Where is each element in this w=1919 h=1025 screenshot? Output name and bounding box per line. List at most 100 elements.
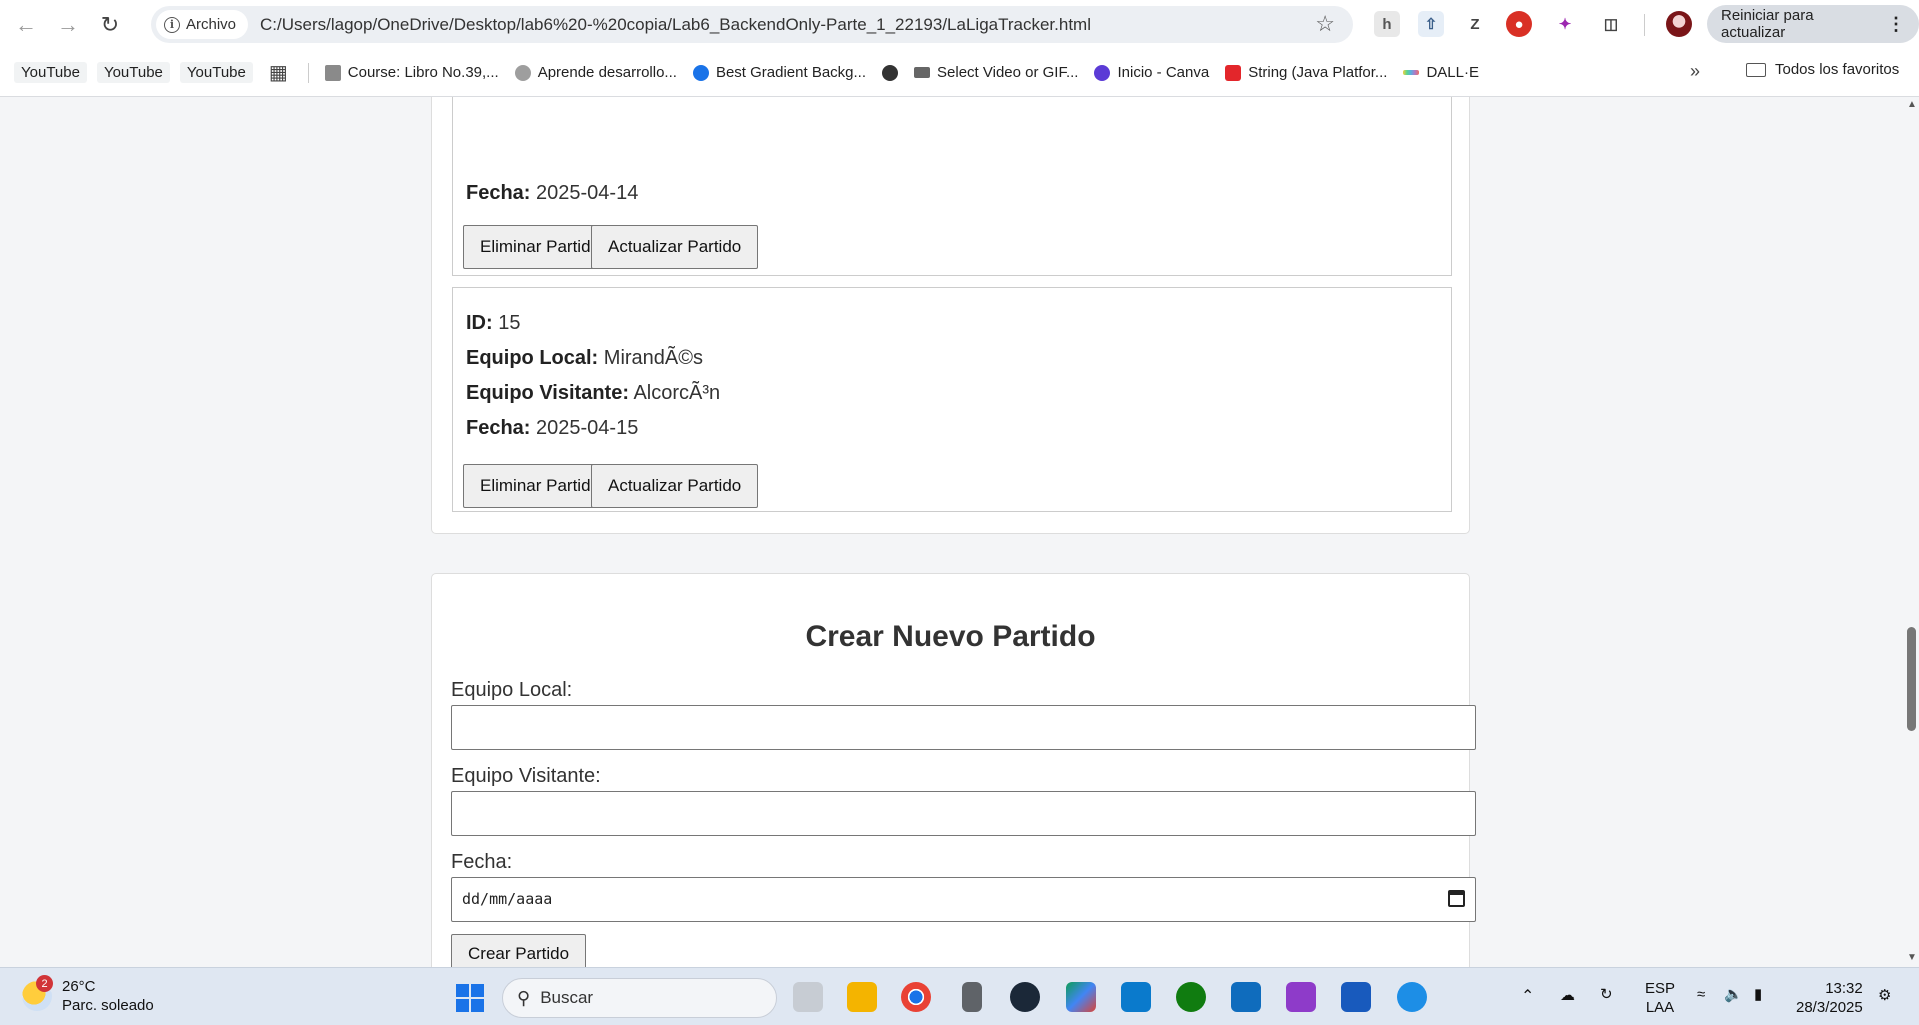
restart-update-button[interactable]: Reiniciar para actualizar ⋮ <box>1707 5 1919 43</box>
match-item-previous: Fecha: 2025-04-14 Eliminar Partido Actua… <box>452 97 1452 276</box>
gear-icon <box>514 64 531 81</box>
more-bookmarks-icon[interactable]: » <box>1690 61 1700 82</box>
bookmark-course[interactable]: Course: Libro No.39,... <box>324 64 499 81</box>
vscode-icon[interactable] <box>1121 982 1151 1012</box>
match-date-value: 2025-04-14 <box>536 182 639 204</box>
xbox-icon[interactable] <box>1176 982 1206 1012</box>
windows-start-icon[interactable] <box>456 984 484 1012</box>
update-match-button[interactable]: Actualizar Partido <box>591 464 759 508</box>
match-date-field: Fecha: 2025-04-14 <box>466 182 638 205</box>
notifications-gear-icon[interactable]: ⚙ <box>1878 986 1891 1004</box>
menu-kebab-icon[interactable]: ⋮ <box>1887 14 1905 35</box>
date-input[interactable]: dd/mm/aaaa <box>451 877 1476 922</box>
app-device-icon[interactable] <box>962 982 982 1012</box>
task-view-icon[interactable] <box>793 982 823 1012</box>
chrome-icon[interactable] <box>901 982 931 1012</box>
bookmark-globe[interactable] <box>882 64 899 81</box>
app-purple-icon[interactable] <box>1286 982 1316 1012</box>
gradient-site-icon <box>692 64 709 81</box>
m365-icon[interactable] <box>1066 982 1096 1012</box>
oracle-icon <box>1225 64 1242 81</box>
battery-icon[interactable]: ▮ <box>1754 985 1762 1003</box>
search-placeholder: Buscar <box>540 988 594 1007</box>
bookmark-label: Inicio - Canva <box>1117 64 1210 81</box>
create-match-button[interactable]: Crear Partido <box>451 934 587 967</box>
bookmark-gradient[interactable]: Best Gradient Backg... <box>692 64 867 81</box>
back-arrow-icon[interactable]: ← <box>10 9 42 41</box>
bookmark-youtube-2[interactable]: YouTube <box>96 62 170 83</box>
clock-date: 28/3/2025 <box>1796 999 1863 1016</box>
bookmark-select-video[interactable]: Select Video or GIF... <box>914 64 1078 81</box>
bookmark-youtube-1[interactable]: YouTube <box>14 62 87 83</box>
create-match-card: Crear Nuevo Partido Equipo Local: Equipo… <box>431 573 1476 967</box>
bookmark-star-icon[interactable]: ☆ <box>1315 11 1335 37</box>
visitor-team-value: AlcorcÃ³n <box>633 382 721 404</box>
apps-grid-icon[interactable]: ▦ <box>269 60 288 85</box>
match-id-field: ID: 15 <box>466 312 520 335</box>
local-team-input-label: Equipo Local: <box>451 679 573 701</box>
language-code: ESP <box>1645 980 1676 997</box>
extension-upload-icon[interactable]: ⇧ <box>1418 11 1444 37</box>
extensions-puzzle-icon[interactable]: ◫ <box>1598 11 1624 37</box>
globe-icon <box>882 64 899 81</box>
taskbar-search[interactable]: ⚲ Buscar <box>502 978 777 1018</box>
update-match-button[interactable]: Actualizar Partido <box>591 225 759 269</box>
sync-icon[interactable]: ↻ <box>1600 985 1613 1003</box>
all-bookmarks-label: Todos los favoritos <box>1775 61 1900 78</box>
bookmark-string-java[interactable]: String (Java Platfor... <box>1225 64 1387 81</box>
toolbar-divider <box>1644 14 1645 36</box>
word-icon[interactable] <box>1341 982 1371 1012</box>
bookmark-canva[interactable]: Inicio - Canva <box>1094 64 1209 81</box>
volume-muted-icon[interactable]: 🔈 <box>1724 985 1743 1003</box>
bookmark-label: Best Gradient Backg... <box>715 64 867 81</box>
site-info-label: Archivo <box>186 16 237 33</box>
reload-icon[interactable]: ↻ <box>94 9 126 41</box>
dalle-icon <box>1403 70 1420 75</box>
restart-update-label: Reiniciar para actualizar <box>1721 7 1814 41</box>
scroll-thumb[interactable] <box>1907 627 1916 731</box>
outlook-icon[interactable] <box>1231 982 1261 1012</box>
profile-avatar[interactable] <box>1666 11 1692 37</box>
steam-icon[interactable] <box>1010 982 1040 1012</box>
url-text[interactable]: C:/Users/lagop/OneDrive/Desktop/lab6%20-… <box>260 15 1091 35</box>
page-scrollbar[interactable]: ▲ ▼ <box>1904 97 1919 967</box>
forward-arrow-icon[interactable]: → <box>52 9 84 41</box>
address-bar[interactable]: i Archivo C:/Users/lagop/OneDrive/Deskto… <box>151 6 1353 43</box>
extension-shield-icon[interactable]: ● <box>1506 11 1532 37</box>
date-input-label: Fecha: <box>451 851 513 873</box>
calendar-icon[interactable] <box>1448 890 1465 907</box>
language-indicator[interactable]: ESP LAA <box>1645 979 1675 1017</box>
create-match-title: Crear Nuevo Partido <box>805 620 1096 653</box>
weather-widget[interactable]: 2 26°C Parc. soleado <box>22 975 154 1015</box>
tray-chevron-up-icon[interactable]: ⌃ <box>1521 986 1534 1006</box>
all-bookmarks-folder[interactable]: Todos los favoritos <box>1746 61 1899 78</box>
scroll-up-arrow-icon[interactable]: ▲ <box>1907 99 1917 110</box>
onedrive-cloud-icon[interactable]: ☁ <box>1560 986 1575 1004</box>
matches-list-card: Fecha: 2025-04-14 Eliminar Partido Actua… <box>431 97 1470 534</box>
match-id-value: 15 <box>498 312 521 334</box>
folder-icon <box>1746 62 1766 77</box>
wifi-icon[interactable]: ≈ <box>1697 986 1705 1003</box>
extension-h-icon[interactable]: h <box>1374 11 1400 37</box>
bookmark-youtube-3[interactable]: YouTube <box>179 62 253 83</box>
bookmark-label: DALL·E <box>1426 64 1479 81</box>
site-info-chip[interactable]: i Archivo <box>156 10 249 39</box>
visitor-team-input[interactable] <box>451 791 1476 836</box>
bookmark-dalle[interactable]: DALL·E <box>1403 64 1479 81</box>
extension-ai-icon[interactable]: ✦ <box>1552 11 1578 37</box>
file-explorer-icon[interactable] <box>847 982 877 1012</box>
scroll-down-arrow-icon[interactable]: ▼ <box>1907 952 1917 963</box>
id-label: ID: <box>466 312 493 334</box>
taskbar-clock[interactable]: 13:32 28/3/2025 <box>1796 979 1863 1017</box>
local-team-value: MirandÃ©s <box>603 347 703 369</box>
partly-sunny-icon: 2 <box>22 975 53 1011</box>
video-icon <box>914 67 931 78</box>
bookmark-aprende[interactable]: Aprende desarrollo... <box>514 64 677 81</box>
docker-icon[interactable] <box>1397 982 1427 1012</box>
local-team-input[interactable] <box>451 705 1476 750</box>
extension-z-icon[interactable]: Z <box>1462 11 1488 37</box>
bookmark-label: String (Java Platfor... <box>1248 64 1388 81</box>
match-visitor-field: Equipo Visitante: AlcorcÃ³n <box>466 382 720 405</box>
date-placeholder: dd/mm/aaaa <box>462 890 553 908</box>
windows-taskbar: 2 26°C Parc. soleado ⚲ Buscar ⌃ ☁ ↻ ESP … <box>0 967 1919 1025</box>
